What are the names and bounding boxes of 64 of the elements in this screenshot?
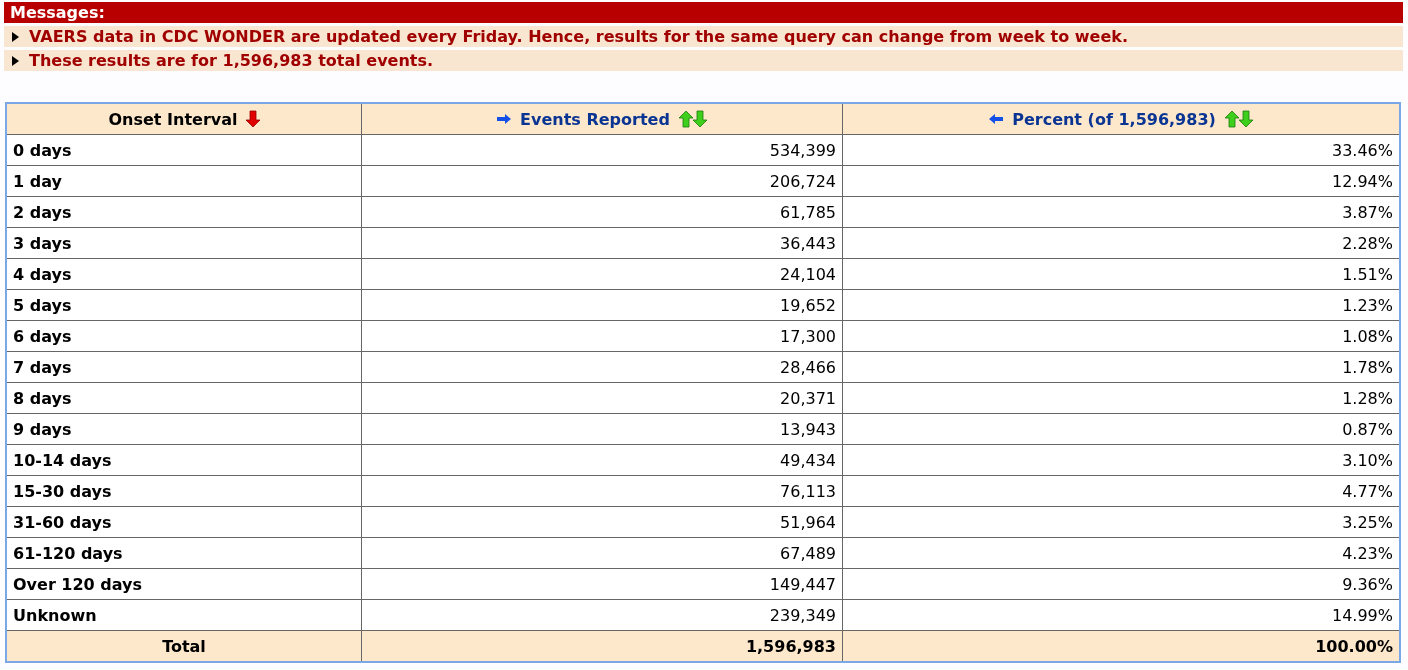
table-cell: 14.99%	[842, 599, 1400, 631]
table-cell: 33.46%	[842, 134, 1400, 166]
table-cell: 12.94%	[842, 165, 1400, 197]
sort-arrows-icon[interactable]	[677, 110, 708, 128]
table-cell: 3.25%	[842, 506, 1400, 538]
row-label: 0 days	[6, 134, 362, 166]
table-cell: 9.36%	[842, 568, 1400, 600]
table-cell: 28,466	[361, 351, 843, 383]
table-cell: 24,104	[361, 258, 843, 290]
triangle-bullet-icon	[12, 31, 19, 42]
table-cell: 13,943	[361, 413, 843, 445]
total-label: Total	[6, 630, 362, 662]
row-label: 31-60 days	[6, 506, 362, 538]
table-cell: 36,443	[361, 227, 843, 259]
row-label: 4 days	[6, 258, 362, 290]
table-cell: 4.77%	[842, 475, 1400, 507]
triangle-bullet-icon	[12, 55, 19, 66]
message-text: These results are for 1,596,983 total events.	[29, 50, 434, 71]
table-cell: 1.51%	[842, 258, 1400, 290]
table-cell: 19,652	[361, 289, 843, 321]
column-header[interactable]: Onset Interval	[6, 103, 362, 135]
row-label: Over 120 days	[6, 568, 362, 600]
row-label: 61-120 days	[6, 537, 362, 569]
messages-header: Messages:	[4, 2, 1403, 23]
table-cell: 239,349	[361, 599, 843, 631]
right-arrow-icon[interactable]	[496, 113, 513, 125]
row-label: 1 day	[6, 165, 362, 197]
sort-arrows-icon[interactable]	[1223, 110, 1254, 128]
total-cell: 100.00%	[842, 630, 1400, 662]
table-cell: 3.10%	[842, 444, 1400, 476]
row-label: 15-30 days	[6, 475, 362, 507]
down-arrow-icon[interactable]	[245, 110, 260, 128]
total-cell: 1,596,983	[361, 630, 843, 662]
table-cell: 51,964	[361, 506, 843, 538]
table-cell: 1.23%	[842, 289, 1400, 321]
left-arrow-icon[interactable]	[988, 113, 1005, 125]
table-cell: 20,371	[361, 382, 843, 414]
row-label: 6 days	[6, 320, 362, 352]
table-cell: 534,399	[361, 134, 843, 166]
table-cell: 0.87%	[842, 413, 1400, 445]
table-cell: 206,724	[361, 165, 843, 197]
row-label: 8 days	[6, 382, 362, 414]
table-cell: 149,447	[361, 568, 843, 600]
table-cell: 49,434	[361, 444, 843, 476]
row-label: 5 days	[6, 289, 362, 321]
table-cell: 67,489	[361, 537, 843, 569]
table-cell: 61,785	[361, 196, 843, 228]
column-header[interactable]: Events Reported	[361, 103, 843, 135]
message-text: VAERS data in CDC WONDER are updated every Friday. Hence, results for the same query can change from week to week.	[29, 26, 1128, 47]
table-cell: 76,113	[361, 475, 843, 507]
column-header[interactable]: Percent (of 1,596,983)	[842, 103, 1400, 135]
row-label: 2 days	[6, 196, 362, 228]
table-cell: 4.23%	[842, 537, 1400, 569]
table-cell: 1.08%	[842, 320, 1400, 352]
row-label: 7 days	[6, 351, 362, 383]
row-label: 9 days	[6, 413, 362, 445]
row-label: 10-14 days	[6, 444, 362, 476]
table-cell: 1.78%	[842, 351, 1400, 383]
table-cell: 3.87%	[842, 196, 1400, 228]
row-label: Unknown	[6, 599, 362, 631]
table-cell: 17,300	[361, 320, 843, 352]
row-label: 3 days	[6, 227, 362, 259]
table-cell: 1.28%	[842, 382, 1400, 414]
table-cell: 2.28%	[842, 227, 1400, 259]
